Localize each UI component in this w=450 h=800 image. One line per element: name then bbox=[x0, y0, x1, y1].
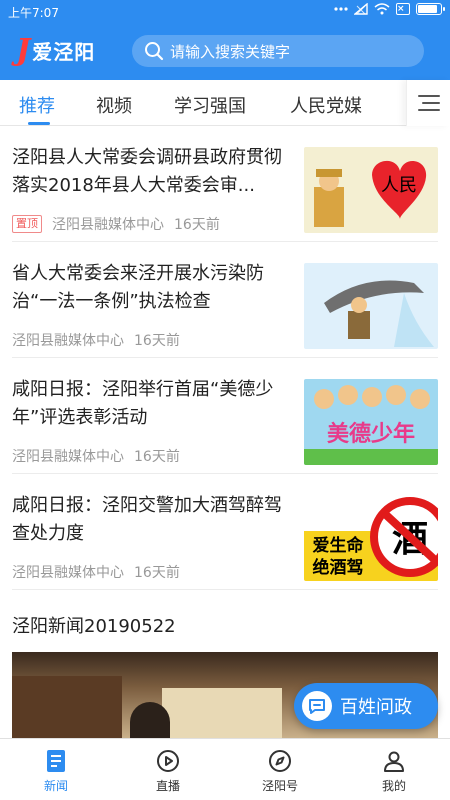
app-header: 上午7:07 × J 爱泾阳 请输入搜索关键字 bbox=[0, 0, 450, 80]
category-tabs: 推荐 视频 学习强国 人民党媒 bbox=[0, 80, 450, 126]
news-date: 16天前 bbox=[134, 449, 180, 465]
more-dots-icon bbox=[334, 6, 348, 12]
tab-study[interactable]: 学习强国 bbox=[174, 92, 246, 118]
news-thumbnail bbox=[304, 263, 438, 349]
nav-live[interactable]: 直播 bbox=[112, 739, 224, 800]
news-title: 咸阳日报：泾阳举行首届“美德少年”评选表彰活动 bbox=[12, 379, 274, 428]
news-source: 泾阳县融媒体中心 bbox=[52, 217, 164, 233]
video-scene-person bbox=[130, 702, 170, 738]
tab-party-media[interactable]: 人民党媒 bbox=[290, 92, 362, 118]
signal-off-icon bbox=[354, 3, 368, 15]
active-tab-indicator bbox=[28, 122, 50, 125]
news-icon bbox=[47, 750, 65, 772]
wifi-icon bbox=[374, 3, 390, 15]
news-item[interactable]: 省人大常委会来泾开展水污染防治“一法一条例”执法检查 泾阳县融媒体中心 16天前 bbox=[12, 242, 438, 358]
news-item[interactable]: 咸阳日报：泾阳举行首届“美德少年”评选表彰活动 泾阳县融媒体中心 16天前 美德… bbox=[12, 358, 438, 474]
news-title: 咸阳日报：泾阳交警加大酒驾醉驾查处力度 bbox=[12, 495, 282, 544]
public-inquiry-button[interactable]: 百姓问政 bbox=[294, 683, 438, 729]
pinned-badge: 置顶 bbox=[12, 215, 42, 233]
video-scene-shelf bbox=[12, 676, 122, 738]
chat-icon bbox=[302, 691, 332, 721]
nav-news[interactable]: 新闻 bbox=[0, 739, 112, 800]
news-meta: 泾阳县融媒体中心 16天前 bbox=[12, 330, 180, 350]
user-icon bbox=[384, 751, 404, 772]
status-icons: × bbox=[334, 3, 445, 15]
news-item[interactable]: 咸阳日报：泾阳交警加大酒驾醉驾查处力度 泾阳县融媒体中心 16天前 爱生命 绝酒… bbox=[12, 474, 438, 590]
nav-label: 新闻 bbox=[43, 779, 68, 793]
tabs-menu-button[interactable] bbox=[406, 80, 450, 126]
news-meta: 泾阳县融媒体中心 16天前 bbox=[12, 562, 180, 582]
search-input[interactable]: 请输入搜索关键字 bbox=[132, 35, 424, 67]
tab-recommend[interactable]: 推荐 bbox=[19, 92, 55, 118]
app-logo[interactable]: J 爱泾阳 bbox=[16, 32, 95, 68]
video-scene-wall bbox=[162, 688, 282, 738]
news-source: 泾阳县融媒体中心 bbox=[12, 449, 124, 465]
status-time: 上午7:07 bbox=[8, 6, 59, 20]
no-sim-icon: × bbox=[396, 3, 410, 15]
search-placeholder: 请输入搜索关键字 bbox=[170, 42, 291, 61]
news-source: 泾阳县融媒体中心 bbox=[12, 565, 124, 581]
thumb-text: 人民 bbox=[381, 175, 417, 196]
nav-jingyang-account[interactable]: 泾阳号 bbox=[224, 739, 336, 800]
news-thumbnail: 爱生命 绝酒驾 酒 bbox=[304, 495, 438, 581]
news-thumbnail: 美德少年 bbox=[304, 379, 438, 465]
bottom-nav: 新闻 直播 泾阳号 我的 bbox=[0, 738, 450, 800]
nav-label: 我的 bbox=[381, 779, 406, 793]
news-date: 16天前 bbox=[134, 333, 180, 349]
video-title[interactable]: 泾阳新闻20190522 bbox=[12, 612, 176, 638]
news-date: 16天前 bbox=[134, 565, 180, 581]
thumb-text: 美德少年 bbox=[327, 421, 415, 447]
compass-icon bbox=[269, 750, 291, 772]
search-icon bbox=[145, 42, 164, 61]
battery-icon bbox=[416, 3, 445, 15]
news-source: 泾阳县融媒体中心 bbox=[12, 333, 124, 349]
news-item[interactable]: 泾阳县人大常委会调研县政府贯彻落实2018年县人大常委会审... 置顶 泾阳县融… bbox=[12, 126, 438, 242]
news-title: 泾阳县人大常委会调研县政府贯彻落实2018年县人大常委会审... bbox=[12, 147, 282, 196]
news-title: 省人大常委会来泾开展水污染防治“一法一条例”执法检查 bbox=[12, 263, 264, 312]
tab-video[interactable]: 视频 bbox=[96, 92, 132, 118]
status-bar: 上午7:07 × bbox=[0, 0, 450, 22]
news-meta: 置顶 泾阳县融媒体中心 16天前 bbox=[12, 214, 220, 234]
svg-text:爱生命: 爱生命 bbox=[313, 535, 365, 556]
nav-label: 泾阳号 bbox=[261, 779, 298, 793]
nav-mine[interactable]: 我的 bbox=[338, 739, 450, 800]
play-icon bbox=[157, 750, 179, 772]
nav-label: 直播 bbox=[155, 779, 180, 793]
news-meta: 泾阳县融媒体中心 16天前 bbox=[12, 446, 180, 466]
logo-text: 爱泾阳 bbox=[32, 39, 96, 64]
news-date: 16天前 bbox=[174, 217, 220, 233]
fab-label: 百姓问政 bbox=[340, 697, 412, 718]
news-thumbnail: 人民 bbox=[304, 147, 438, 233]
svg-text:绝酒驾: 绝酒驾 bbox=[313, 557, 364, 578]
logo-mark-icon: J bbox=[16, 32, 31, 68]
menu-icon bbox=[417, 95, 440, 111]
